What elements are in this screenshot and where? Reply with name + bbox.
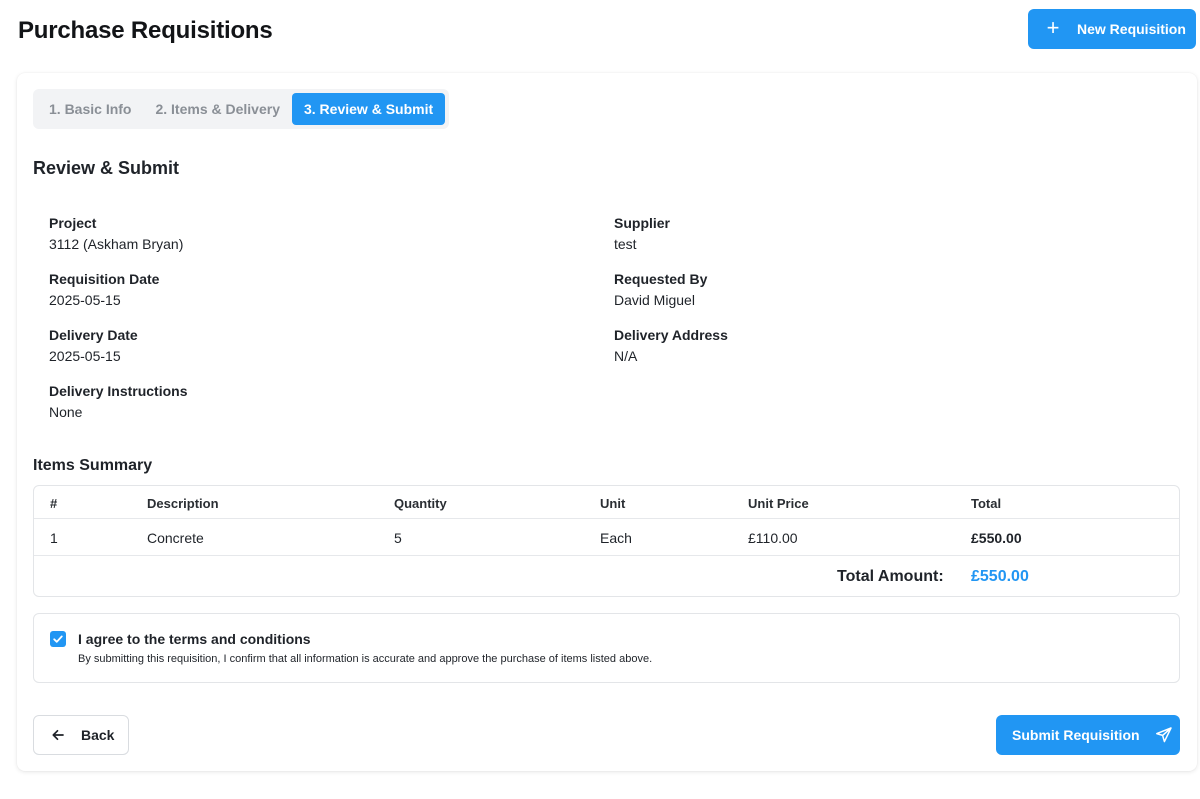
- check-icon: [53, 635, 63, 643]
- project-info: Project 3112 (Askham Bryan): [49, 215, 183, 252]
- column-header-total: Total: [971, 496, 1002, 511]
- requisition-date-label: Requisition Date: [49, 271, 160, 287]
- step-tabs: 1. Basic Info 2. Items & Delivery 3. Rev…: [33, 89, 450, 129]
- delivery-address-value: N/A: [614, 348, 638, 364]
- section-title: Review & Submit: [33, 158, 180, 178]
- column-header-unit-price: Unit Price: [748, 496, 809, 511]
- column-header-number: #: [50, 496, 58, 511]
- plus-icon: +: [1046, 15, 1060, 40]
- supplier-value: test: [614, 236, 637, 252]
- new-requisition-label: New Requisition: [1077, 21, 1186, 37]
- terms-agreement: I agree to the terms and conditions By s…: [33, 613, 1180, 683]
- requested-by-label: Requested By: [614, 271, 708, 287]
- terms-title: I agree to the terms and conditions: [78, 631, 311, 647]
- project-label: Project: [49, 215, 97, 231]
- delivery-date-info: Delivery Date 2025-05-15: [49, 327, 138, 364]
- delivery-date-label: Delivery Date: [49, 327, 138, 343]
- requisition-card: 1. Basic Info 2. Items & Delivery 3. Rev…: [17, 73, 1197, 771]
- row-divider: [34, 555, 1179, 556]
- cell-total: £550.00: [971, 530, 1022, 546]
- cell-description: Concrete: [147, 530, 204, 546]
- page-title: Purchase Requisitions: [18, 17, 273, 44]
- column-header-description: Description: [147, 496, 219, 511]
- new-requisition-button[interactable]: + New Requisition: [1028, 9, 1196, 49]
- requested-by-value: David Miguel: [614, 292, 695, 308]
- tab-basic-info[interactable]: 1. Basic Info: [37, 93, 143, 125]
- column-header-quantity: Quantity: [394, 496, 447, 511]
- delivery-instructions-value: None: [49, 404, 83, 420]
- back-button[interactable]: Back: [33, 715, 129, 755]
- requisition-date-value: 2025-05-15: [49, 292, 121, 308]
- tab-items-delivery[interactable]: 2. Items & Delivery: [143, 93, 292, 125]
- submit-requisition-button[interactable]: Submit Requisition: [996, 715, 1180, 755]
- send-icon: [1155, 726, 1173, 744]
- delivery-instructions-label: Delivery Instructions: [49, 383, 188, 399]
- back-label: Back: [81, 727, 115, 743]
- total-amount-label: Total Amount:: [837, 568, 944, 585]
- column-header-unit: Unit: [600, 496, 626, 511]
- items-table: # Description Quantity Unit Unit Price T…: [33, 485, 1180, 597]
- requisition-date-info: Requisition Date 2025-05-15: [49, 271, 159, 308]
- delivery-address-info: Delivery Address N/A: [614, 327, 728, 364]
- delivery-address-label: Delivery Address: [614, 327, 728, 343]
- terms-checkbox[interactable]: [50, 631, 66, 647]
- cell-unit-price: £110.00: [748, 530, 798, 546]
- cell-quantity: 5: [394, 530, 402, 546]
- requested-by-info: Requested By David Miguel: [614, 271, 707, 308]
- delivery-date-value: 2025-05-15: [49, 348, 121, 364]
- items-summary-title: Items Summary: [33, 457, 153, 474]
- cell-number: 1: [50, 530, 58, 546]
- header-divider: [34, 518, 1179, 519]
- project-value: 3112 (Askham Bryan): [49, 236, 184, 252]
- arrow-left-icon: [51, 728, 65, 742]
- tab-review-submit[interactable]: 3. Review & Submit: [291, 93, 446, 125]
- delivery-instructions-info: Delivery Instructions None: [49, 383, 188, 420]
- supplier-label: Supplier: [614, 215, 671, 231]
- total-amount-value: £550.00: [971, 568, 1029, 585]
- terms-description: By submitting this requisition, I confir…: [78, 653, 653, 665]
- cell-unit: Each: [600, 530, 632, 546]
- supplier-info: Supplier test: [614, 215, 670, 252]
- submit-label: Submit Requisition: [1012, 727, 1140, 743]
